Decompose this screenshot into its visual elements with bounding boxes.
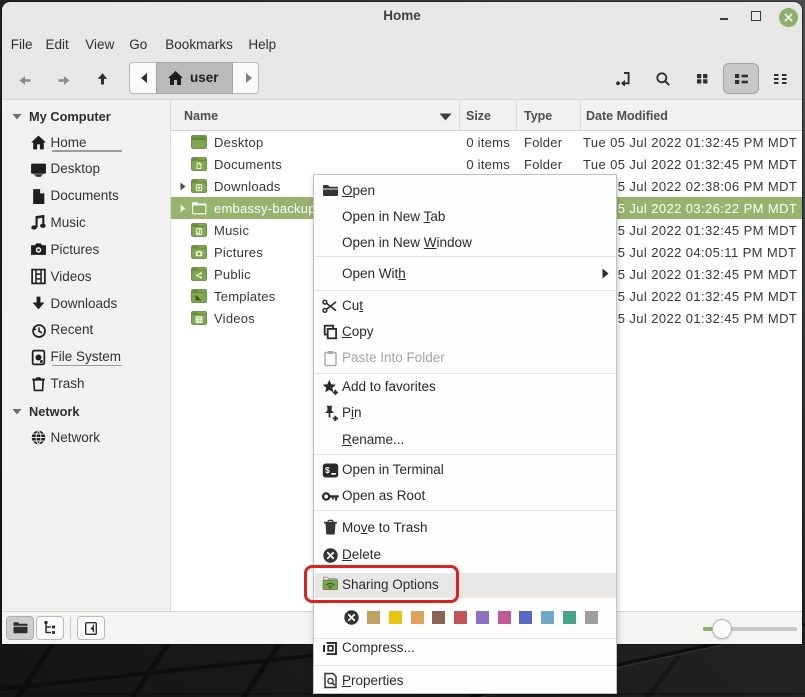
svg-text:$: $	[325, 465, 330, 475]
